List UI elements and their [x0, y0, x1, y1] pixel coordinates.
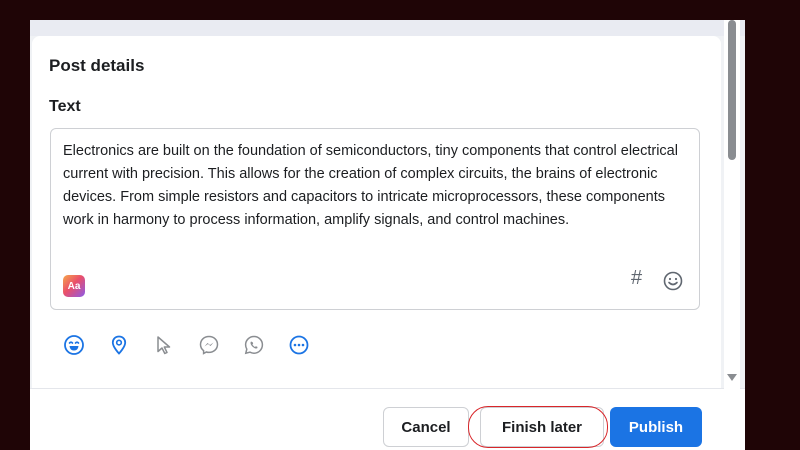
scroll-down-arrow-icon[interactable]: [727, 374, 737, 381]
text-label: Text: [49, 98, 81, 115]
post-text-content[interactable]: Electronics are built on the foundation …: [63, 140, 691, 232]
post-toolbar: [62, 333, 332, 357]
post-composer-window: Post details Text Electronics are built …: [30, 20, 745, 450]
post-text-area[interactable]: Electronics are built on the foundation …: [50, 128, 700, 310]
text-format-label: Aa: [67, 280, 81, 292]
top-strip: [30, 20, 745, 36]
hashtag-icon[interactable]: #: [631, 267, 642, 290]
scrollbar-thumb[interactable]: [728, 20, 736, 160]
vertical-scrollbar[interactable]: [724, 20, 740, 390]
composer-footer: Cancel Finish later Publish: [30, 388, 745, 450]
finish-later-button[interactable]: Finish later: [480, 407, 604, 447]
feeling-emoji-icon[interactable]: [62, 333, 86, 357]
location-pin-icon[interactable]: [107, 333, 131, 357]
cancel-button[interactable]: Cancel: [383, 407, 469, 447]
publish-button[interactable]: Publish: [610, 407, 702, 447]
emoji-icon[interactable]: [663, 271, 683, 296]
whatsapp-icon[interactable]: [242, 333, 266, 357]
section-title: Post details: [49, 56, 145, 75]
more-options-icon[interactable]: [287, 333, 311, 357]
messenger-icon[interactable]: [197, 333, 221, 357]
text-format-icon[interactable]: Aa: [63, 275, 85, 297]
cursor-icon[interactable]: [152, 333, 176, 357]
